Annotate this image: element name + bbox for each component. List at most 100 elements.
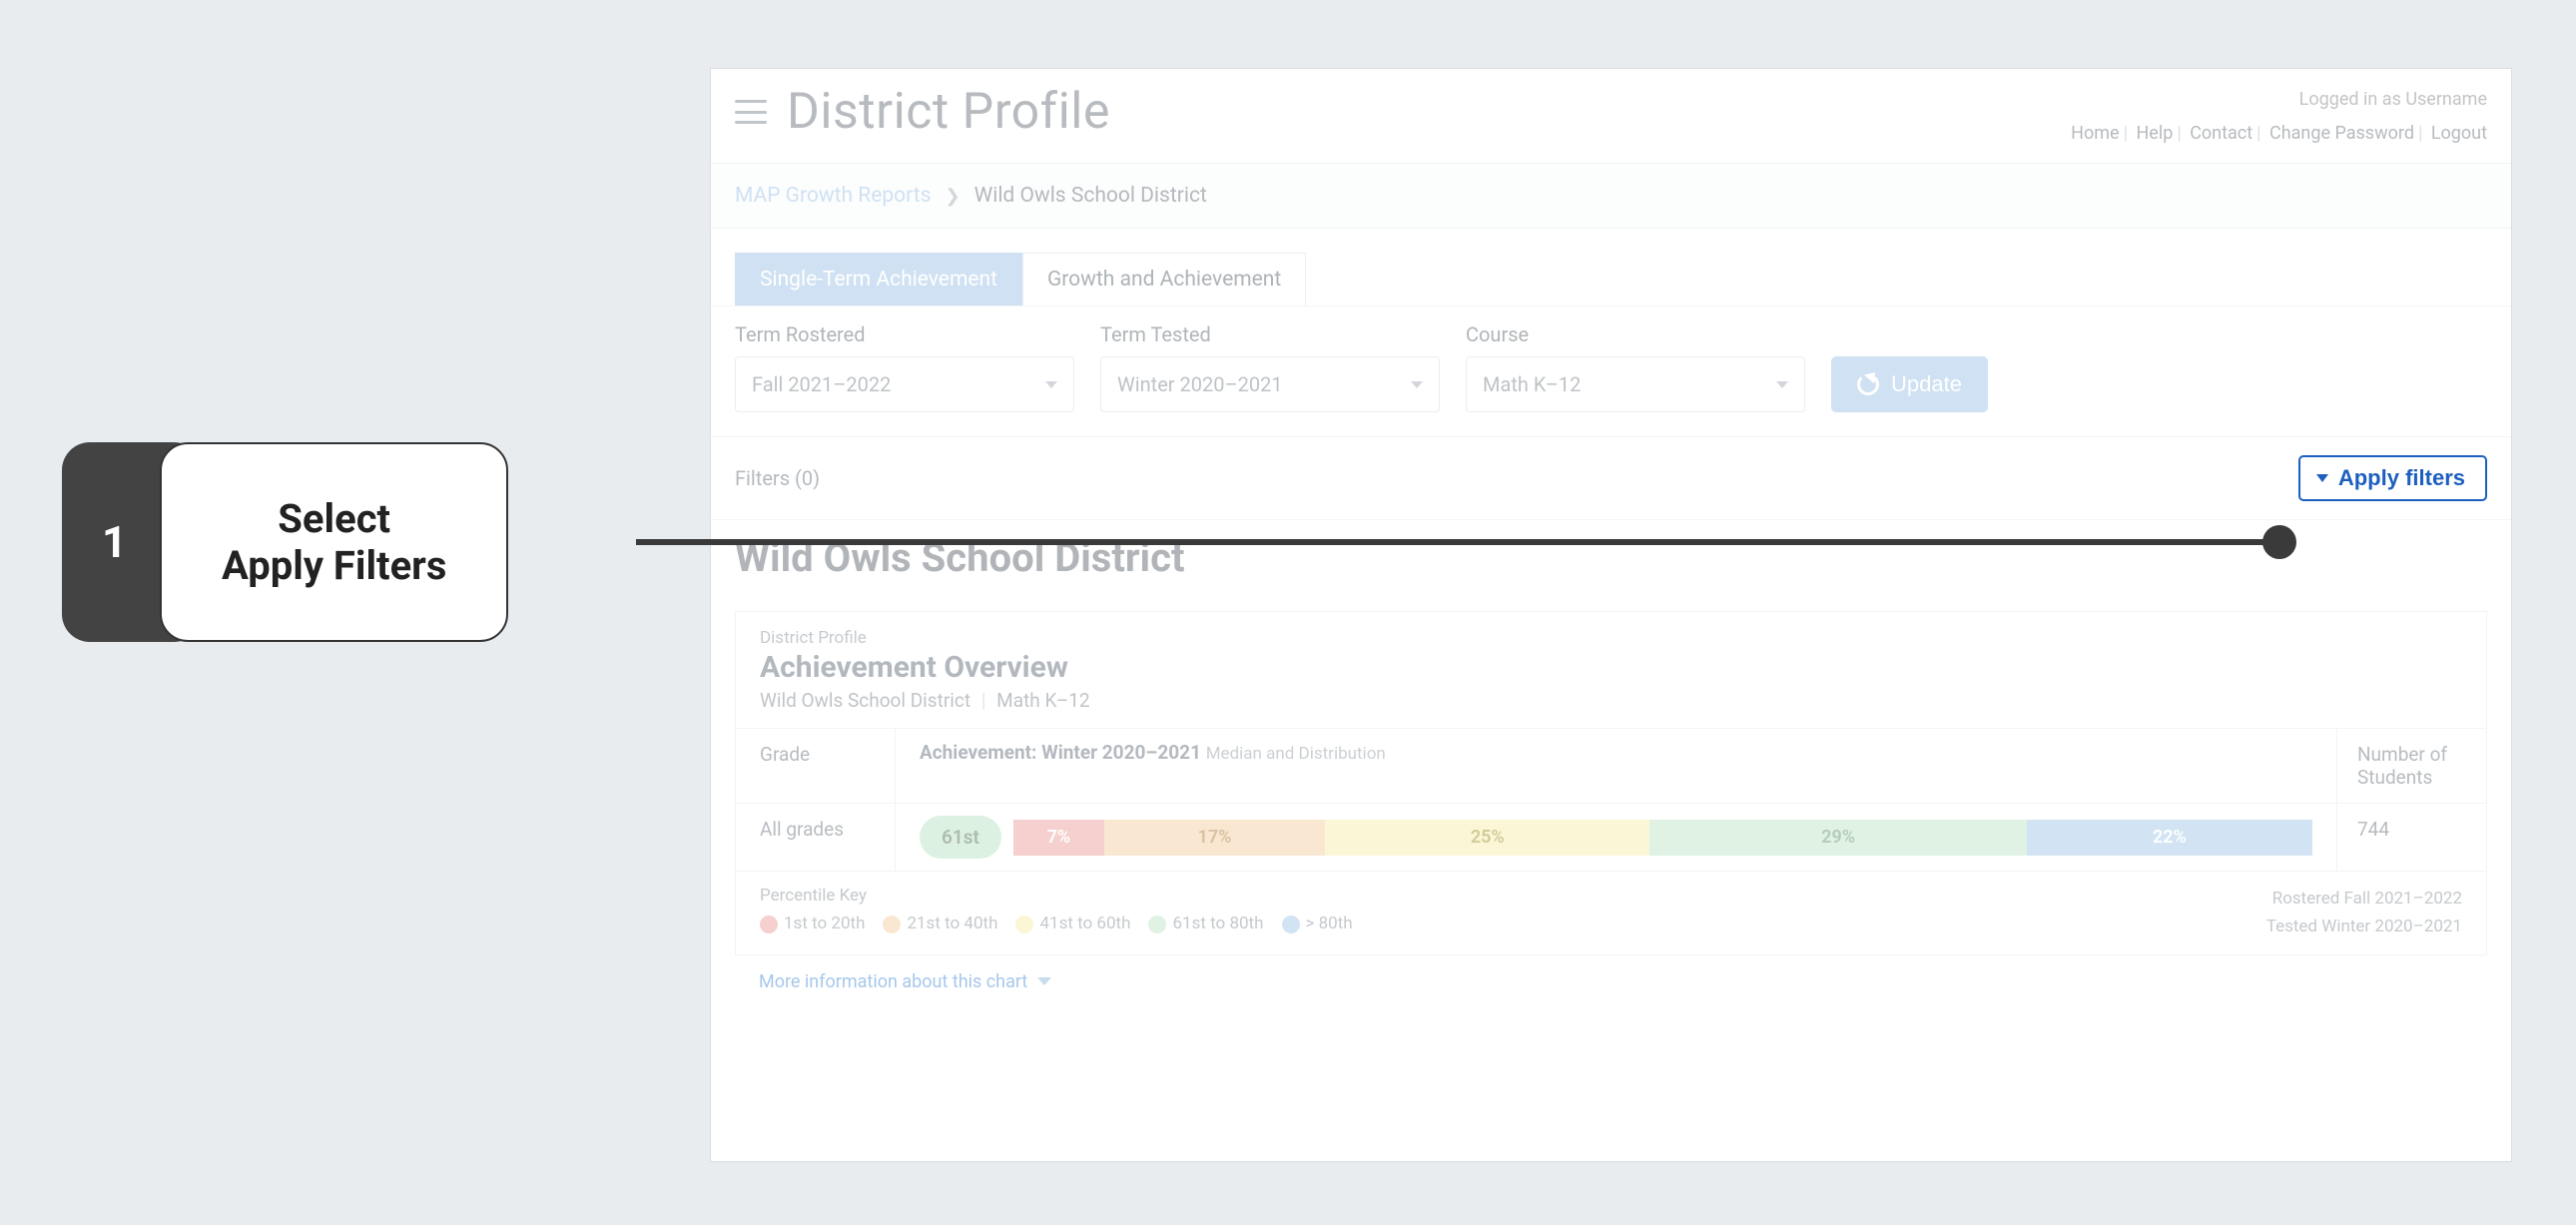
link-change-password[interactable]: Change Password bbox=[2269, 123, 2414, 144]
tab-growth-and-achievement[interactable]: Growth and Achievement bbox=[1022, 253, 1306, 306]
legend-label-2: 21st to 40th bbox=[907, 914, 997, 933]
card-sub-district: Wild Owls School District bbox=[760, 689, 970, 712]
page-title: District Profile bbox=[787, 83, 1110, 141]
field-course: Course Math K–12 bbox=[1466, 322, 1805, 412]
footer-terms: Rostered Fall 2021–2022 Tested Winter 20… bbox=[2266, 886, 2462, 939]
cell-achievement: 61st 7% 17% 25% 29% 22% bbox=[896, 804, 2336, 871]
legend-label-5: > 80th bbox=[1306, 914, 1353, 933]
breadcrumb-root[interactable]: MAP Growth Reports bbox=[735, 184, 931, 208]
step-text: Select Apply Filters bbox=[160, 442, 508, 642]
value-term-tested: Winter 2020–2021 bbox=[1117, 372, 1283, 396]
chevron-down-icon bbox=[1411, 381, 1423, 388]
cell-student-count: 744 bbox=[2336, 804, 2486, 871]
table-row: All grades 61st 7% 17% 25% 29% 22% 744 bbox=[736, 803, 2486, 871]
chevron-down-icon bbox=[1776, 381, 1788, 388]
field-term-rostered: Term Rostered Fall 2021–2022 bbox=[735, 322, 1074, 412]
dot-icon bbox=[760, 916, 778, 933]
achievement-hdr-title: Achievement: Winter 2020–2021 bbox=[920, 741, 1201, 764]
breadcrumb: MAP Growth Reports ❯ Wild Owls School Di… bbox=[711, 163, 2511, 229]
app-header: District Profile Logged in as Username H… bbox=[711, 69, 2511, 163]
refresh-icon bbox=[1857, 373, 1879, 395]
select-term-tested[interactable]: Winter 2020–2021 bbox=[1100, 356, 1440, 412]
tab-list: Single-Term Achievement Growth and Achie… bbox=[711, 229, 2511, 306]
legend-title: Percentile Key bbox=[760, 886, 1353, 906]
link-logout[interactable]: Logout bbox=[2431, 123, 2487, 144]
callout-line bbox=[636, 539, 2276, 545]
col-hdr-grade: Grade bbox=[736, 729, 896, 803]
select-course[interactable]: Math K–12 bbox=[1466, 356, 1805, 412]
median-percentile-pill: 61st bbox=[920, 816, 1001, 859]
logged-in-text: Logged in as Username bbox=[2071, 83, 2487, 117]
card-eyebrow: District Profile bbox=[760, 628, 2462, 648]
update-button-label: Update bbox=[1891, 371, 1962, 397]
chevron-right-icon: ❯ bbox=[945, 186, 960, 207]
stacked-bar: 7% 17% 25% 29% 22% bbox=[1013, 820, 2312, 856]
header-left: District Profile bbox=[735, 83, 1110, 141]
segment-61-80: 29% bbox=[1649, 820, 2026, 856]
header-right: Logged in as Username Home| Help| Contac… bbox=[2071, 83, 2487, 151]
dot-icon bbox=[883, 916, 901, 933]
dot-icon bbox=[1282, 916, 1300, 933]
card-title: Achievement Overview bbox=[760, 650, 2462, 685]
footer-rostered: Rostered Fall 2021–2022 bbox=[2266, 886, 2462, 913]
legend-label-1: 1st to 20th bbox=[784, 914, 865, 933]
card-footer: Percentile Key 1st to 20th 21st to 40th … bbox=[736, 871, 2486, 953]
value-course: Math K–12 bbox=[1483, 372, 1581, 396]
legend-item-4: 61st to 80th bbox=[1148, 914, 1263, 933]
chevron-down-icon bbox=[1037, 977, 1051, 985]
card-sub-course: Math K–12 bbox=[996, 689, 1089, 712]
more-info-link[interactable]: More information about this chart bbox=[735, 955, 2487, 992]
app-frame: District Profile Logged in as Username H… bbox=[710, 68, 2512, 1162]
label-term-tested: Term Tested bbox=[1100, 322, 1440, 346]
segment-80-plus: 22% bbox=[2027, 820, 2312, 856]
tab-single-term-achievement[interactable]: Single-Term Achievement bbox=[735, 253, 1022, 306]
segment-41-60: 25% bbox=[1325, 820, 1649, 856]
segment-21-40: 17% bbox=[1104, 820, 1325, 856]
label-course: Course bbox=[1466, 322, 1805, 346]
legend-items: 1st to 20th 21st to 40th 41st to 60th 61… bbox=[760, 914, 1353, 933]
cell-grade: All grades bbox=[736, 804, 896, 871]
link-home[interactable]: Home bbox=[2071, 123, 2119, 144]
footer-tested: Tested Winter 2020–2021 bbox=[2266, 914, 2462, 940]
value-term-rostered: Fall 2021–2022 bbox=[752, 372, 891, 396]
step-text-line1: Select bbox=[278, 495, 390, 542]
breadcrumb-current: Wild Owls School District bbox=[974, 184, 1207, 208]
col-hdr-achievement: Achievement: Winter 2020–2021 Median and… bbox=[896, 729, 2336, 803]
callout-endpoint-dot bbox=[2262, 525, 2296, 559]
step-text-line2: Apply Filters bbox=[222, 542, 446, 589]
filters-bar: Filters (0) Apply filters bbox=[711, 436, 2511, 520]
apply-filters-label: Apply filters bbox=[2338, 465, 2465, 491]
pipe-sep: | bbox=[975, 689, 992, 712]
legend-item-3: 41st to 60th bbox=[1015, 914, 1130, 933]
percentile-legend: Percentile Key 1st to 20th 21st to 40th … bbox=[760, 886, 1353, 933]
achievement-hdr-sub: Median and Distribution bbox=[1206, 744, 1386, 764]
col-hdr-students: Number of Students bbox=[2336, 729, 2486, 803]
more-info-label: More information about this chart bbox=[759, 971, 1027, 992]
card-header: District Profile Achievement Overview Wi… bbox=[736, 612, 2486, 728]
select-term-rostered[interactable]: Fall 2021–2022 bbox=[735, 356, 1074, 412]
segment-1-20: 7% bbox=[1013, 820, 1104, 856]
dot-icon bbox=[1015, 916, 1033, 933]
link-contact[interactable]: Contact bbox=[2190, 123, 2253, 144]
field-term-tested: Term Tested Winter 2020–2021 bbox=[1100, 322, 1440, 412]
legend-item-1: 1st to 20th bbox=[760, 914, 865, 933]
header-links: Home| Help| Contact| Change Password| Lo… bbox=[2071, 117, 2487, 151]
card-subtitle: Wild Owls School District | Math K–12 bbox=[760, 689, 2462, 712]
dot-icon bbox=[1148, 916, 1166, 933]
apply-filters-button[interactable]: Apply filters bbox=[2298, 455, 2487, 501]
achievement-overview-card: District Profile Achievement Overview Wi… bbox=[735, 611, 2487, 954]
label-term-rostered: Term Rostered bbox=[735, 322, 1074, 346]
distribution-bar: 61st 7% 17% 25% 29% 22% bbox=[920, 816, 2312, 859]
main-content: Wild Owls School District District Profi… bbox=[711, 520, 2511, 1015]
legend-label-4: 61st to 80th bbox=[1172, 914, 1263, 933]
legend-item-5: > 80th bbox=[1282, 914, 1353, 933]
instruction-callout: 1 Select Apply Filters bbox=[62, 442, 508, 642]
update-button[interactable]: Update bbox=[1831, 356, 1988, 412]
link-help[interactable]: Help bbox=[2136, 123, 2173, 144]
menu-icon[interactable] bbox=[735, 100, 767, 124]
table-header-row: Grade Achievement: Winter 2020–2021 Medi… bbox=[736, 728, 2486, 803]
term-selector-row: Term Rostered Fall 2021–2022 Term Tested… bbox=[711, 306, 2511, 436]
legend-item-2: 21st to 40th bbox=[883, 914, 997, 933]
legend-label-3: 41st to 60th bbox=[1039, 914, 1130, 933]
caret-down-icon bbox=[2316, 474, 2328, 482]
